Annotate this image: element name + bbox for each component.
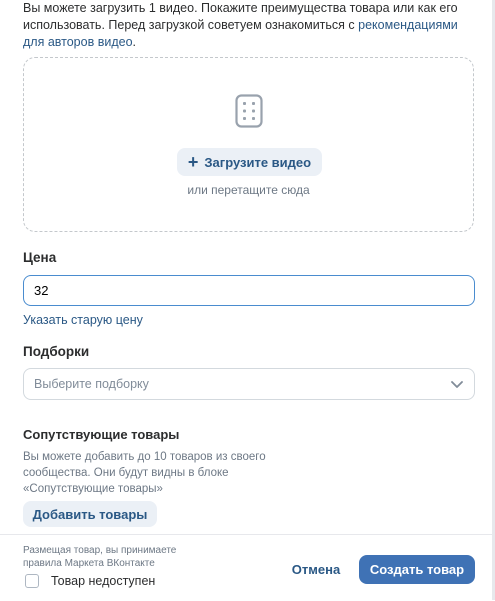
plus-icon: + bbox=[187, 152, 199, 172]
unavailable-label[interactable]: Товар недоступен bbox=[51, 574, 155, 588]
video-intro-text: Вы можете загрузить 1 видео. Покажите пр… bbox=[23, 0, 473, 51]
price-input[interactable] bbox=[23, 275, 475, 306]
collections-select[interactable]: Выберите подборку bbox=[23, 368, 475, 400]
terms-text: Размещая товар, вы принимаете bbox=[23, 545, 177, 556]
product-form: Вы можете загрузить 1 видео. Покажите пр… bbox=[0, 0, 495, 601]
chevron-down-icon bbox=[451, 381, 463, 388]
related-products-description: Вы можете добавить до 10 товаров из свое… bbox=[23, 451, 266, 495]
price-label: Цена bbox=[23, 250, 57, 265]
market-rules-link[interactable]: правила Маркета ВКонтакте bbox=[23, 557, 223, 570]
unavailable-checkbox[interactable] bbox=[25, 574, 39, 588]
intro-text-end: . bbox=[132, 35, 137, 49]
terms-notice: Размещая товар, вы принимаете правила Ма… bbox=[23, 544, 223, 570]
upload-video-label: Загрузите видео bbox=[204, 154, 312, 170]
collections-label: Подборки bbox=[23, 344, 90, 359]
cancel-button[interactable]: Отмена bbox=[282, 555, 350, 583]
video-dropzone[interactable]: + Загрузите видео или перетащите сюда bbox=[23, 57, 474, 232]
create-product-button[interactable]: Создать товар bbox=[359, 555, 475, 584]
form-footer: Размещая товар, вы принимаете правила Ма… bbox=[0, 534, 495, 601]
drop-hint: или перетащите сюда bbox=[187, 183, 310, 197]
old-price-link[interactable]: Указать старую цену bbox=[23, 313, 143, 327]
related-products-title: Сопутствующие товары bbox=[23, 427, 180, 442]
video-file-icon bbox=[235, 94, 263, 128]
add-products-button[interactable]: Добавить товары bbox=[23, 501, 157, 527]
collections-placeholder: Выберите подборку bbox=[34, 377, 149, 391]
upload-video-button[interactable]: + Загрузите видео bbox=[177, 148, 322, 176]
